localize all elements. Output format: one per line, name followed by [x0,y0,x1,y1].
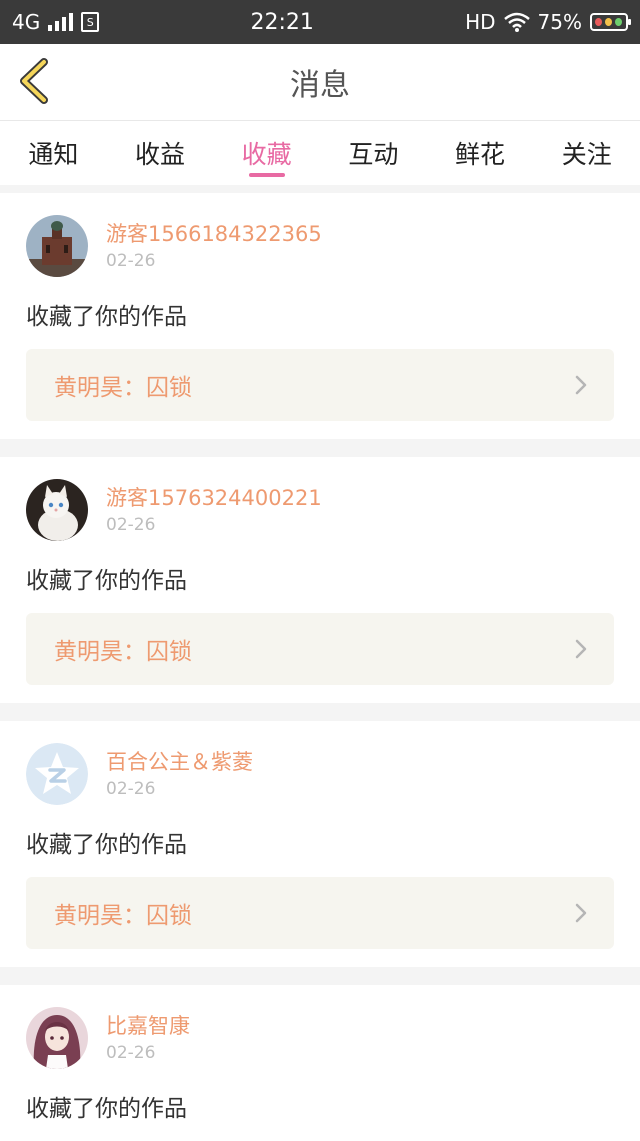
hd-indicator: HD [465,10,496,34]
page-title: 消息 [290,68,350,103]
message-text: 收藏了你的作品 [26,1096,187,1122]
work-link[interactable]: 黄明昊：囚锁 [26,877,614,949]
username[interactable]: 游客1566184322365 [106,221,322,247]
nav-header: 消息 [0,44,640,121]
username[interactable]: 比嘉智康 [106,1013,190,1039]
message-text: 收藏了你的作品 [26,568,187,594]
clock: 22:21 [250,9,314,35]
message-list: 游客1566184322365 02-26 收藏了你的作品 黄明昊：囚锁 游客1… [0,185,640,1141]
message-date: 02-26 [106,515,156,535]
building-photo-icon [26,215,88,277]
message-card: 游客1566184322365 02-26 收藏了你的作品 黄明昊：囚锁 [0,193,640,439]
avatar[interactable] [26,479,88,541]
tab-notifications[interactable]: 通知 [0,121,107,185]
work-link[interactable]: 黄明昊：囚锁 [26,349,614,421]
username[interactable]: 游客1576324400221 [106,485,322,511]
message-card: 游客1576324400221 02-26 收藏了你的作品 黄明昊：囚锁 [0,457,640,703]
qzone-star-icon [26,743,88,805]
chevron-right-icon [575,375,587,395]
battery-percent: 75% [537,10,582,34]
cat-photo-icon [26,479,88,541]
tab-favorites[interactable]: 收藏 [213,121,320,185]
tab-bar: 通知 收益 收藏 互动 鲜花 关注 [0,121,640,185]
wifi-icon [503,12,530,32]
work-title: 黄明昊：囚锁 [54,903,192,929]
chevron-right-icon [575,903,587,923]
avatar[interactable] [26,1007,88,1069]
tab-follows[interactable]: 关注 [533,121,640,185]
tab-earnings[interactable]: 收益 [107,121,214,185]
tab-flowers[interactable]: 鲜花 [427,121,534,185]
tab-interactions[interactable]: 互动 [320,121,427,185]
message-date: 02-26 [106,779,156,799]
network-type: 4G [12,10,41,34]
back-button[interactable] [16,58,52,104]
sim-icon: S [81,12,100,32]
message-card: 比嘉智康 02-26 收藏了你的作品 [0,985,640,1141]
message-date: 02-26 [106,251,156,271]
avatar[interactable] [26,215,88,277]
message-date: 02-26 [106,1043,156,1063]
signal-icon [48,13,74,31]
battery-icon [589,13,631,31]
status-bar: 4G S 22:21 HD 75% [0,0,640,44]
avatar[interactable] [26,743,88,805]
work-title: 黄明昊：囚锁 [54,375,192,401]
username[interactable]: 百合公主＆紫菱 [106,749,253,775]
anime-girl-icon [26,1007,88,1069]
message-text: 收藏了你的作品 [26,832,187,858]
work-title: 黄明昊：囚锁 [54,639,192,665]
chevron-right-icon [575,639,587,659]
work-link[interactable]: 黄明昊：囚锁 [26,613,614,685]
message-text: 收藏了你的作品 [26,304,187,330]
chevron-left-icon [20,58,48,104]
message-card: 百合公主＆紫菱 02-26 收藏了你的作品 黄明昊：囚锁 [0,721,640,967]
